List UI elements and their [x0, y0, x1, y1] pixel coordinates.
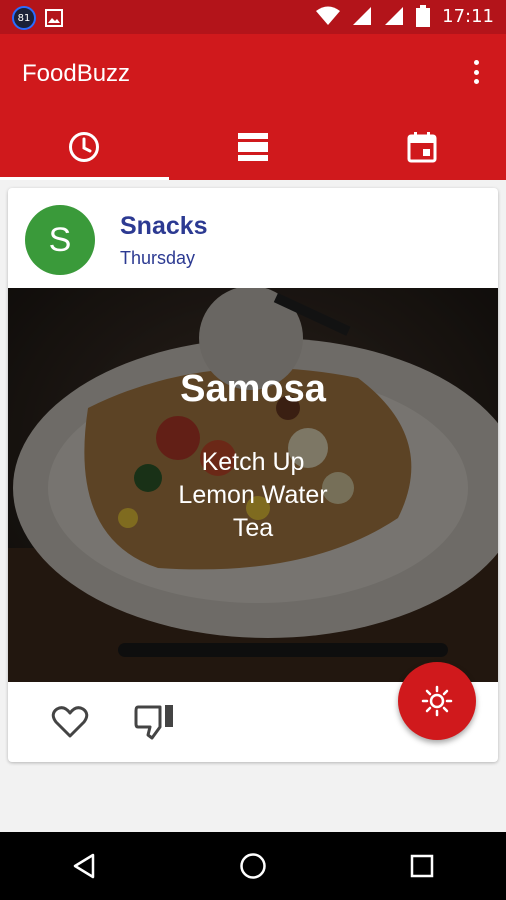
app-title: FoodBuzz	[22, 60, 131, 87]
recents-icon	[410, 854, 433, 878]
dislike-button[interactable]	[133, 700, 177, 744]
brightness-icon	[421, 685, 453, 717]
side-item: Ketch Up	[201, 448, 305, 476]
food-image: Samosa Ketch Up Lemon Water Tea	[8, 288, 498, 682]
clock-icon	[69, 132, 100, 162]
app-bar: FoodBuzz	[0, 34, 506, 180]
recents-button[interactable]	[392, 836, 452, 896]
home-button[interactable]	[223, 836, 283, 896]
card-header: S Snacks Thursday	[8, 188, 498, 288]
like-button[interactable]	[48, 700, 92, 744]
signal-icon	[353, 7, 372, 25]
tab-list[interactable]	[169, 114, 338, 180]
side-list: Ketch Up Lemon Water Tea	[8, 446, 498, 545]
avatar: S	[25, 205, 95, 275]
tab-recent[interactable]	[0, 114, 169, 180]
heart-icon	[51, 706, 89, 738]
home-icon	[240, 853, 266, 879]
more-vert-icon[interactable]	[466, 56, 486, 88]
side-item: Tea	[232, 514, 274, 542]
status-bar: 81 17:11	[0, 0, 506, 34]
status-right: 17:11	[316, 5, 494, 27]
card-title: Snacks	[120, 212, 208, 240]
status-time: 17:11	[442, 5, 494, 27]
view-list-icon	[238, 133, 268, 161]
thumb-down-icon	[134, 705, 173, 740]
notification-badge: 81	[12, 6, 36, 30]
dish-title: Samosa	[180, 368, 326, 410]
wifi-icon	[316, 6, 341, 25]
card-subtitle: Thursday	[120, 248, 196, 268]
back-icon	[74, 853, 95, 879]
tab-bar	[0, 114, 506, 180]
calendar-icon	[407, 132, 437, 163]
back-button[interactable]	[54, 836, 114, 896]
signal-icon	[385, 7, 404, 25]
battery-icon	[416, 5, 431, 27]
tab-calendar[interactable]	[337, 114, 506, 180]
brightness-fab[interactable]	[398, 662, 476, 740]
tab-indicator	[0, 177, 169, 180]
status-left: 81	[12, 6, 64, 30]
side-item: Lemon Water	[178, 481, 328, 509]
navigation-bar	[0, 832, 506, 900]
image-icon	[45, 9, 63, 27]
